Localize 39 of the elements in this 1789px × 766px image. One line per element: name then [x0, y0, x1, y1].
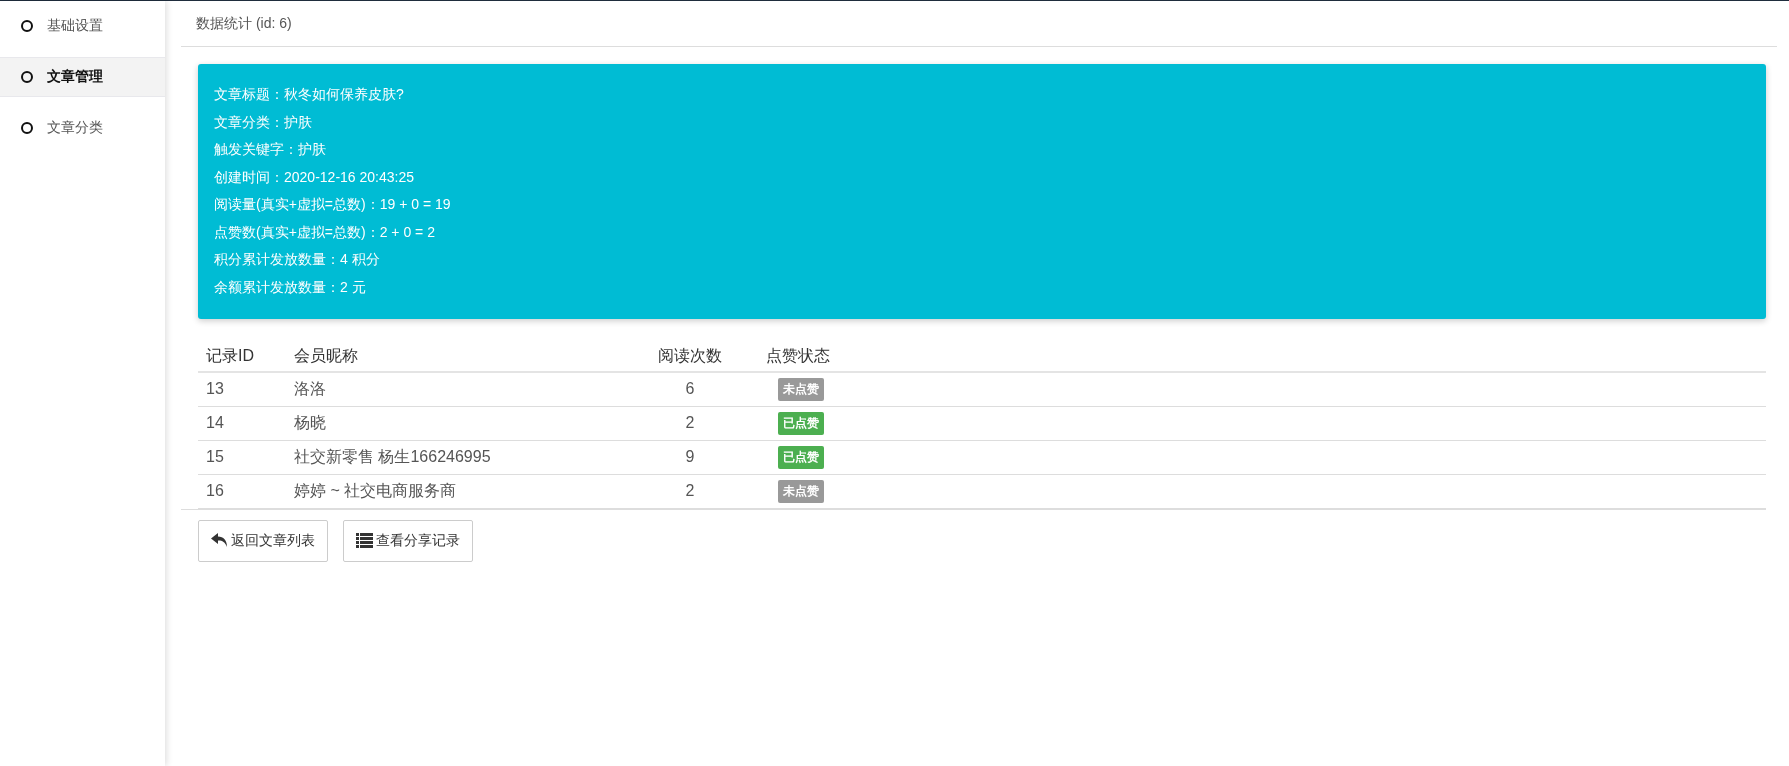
column-header: 会员昵称 — [286, 341, 642, 372]
status-badge: 未点赞 — [778, 377, 824, 401]
table-cell: 2 — [642, 406, 738, 440]
table-cell: 14 — [198, 406, 286, 440]
list-button[interactable]: 查看分享记录 — [343, 519, 473, 562]
info-line: 创建时间：2020-12-16 20:43:25 — [214, 167, 415, 187]
reply-arrow-icon — [211, 533, 228, 548]
page-title: 数据统计 (id: 6) — [196, 14, 292, 33]
column-header: 点赞状态 — [738, 341, 1766, 372]
status-badge: 已点赞 — [778, 411, 824, 435]
info-line: 点赞数(真实+虚拟=总数)：2 + 0 = 2 — [214, 222, 436, 242]
info-line: 触发关键字：护肤 — [214, 140, 327, 159]
sidebar-item[interactable]: 文章分类 — [0, 109, 165, 147]
sidebar-item[interactable]: 基础设置 — [0, 7, 165, 45]
table-cell: 16 — [198, 474, 286, 508]
table-cell: 2 — [642, 474, 738, 508]
table-cell: 洛洛 — [286, 372, 642, 406]
back-button[interactable]: 返回文章列表 — [198, 519, 328, 562]
table-cell: 婷婷 ~ 社交电商服务商 — [286, 474, 642, 508]
table-cell: 13 — [198, 372, 286, 406]
status-badge: 已点赞 — [778, 445, 824, 469]
info-line: 文章分类：护肤 — [214, 112, 313, 132]
table-cell: 15 — [198, 440, 286, 474]
table-cell: 杨晓 — [286, 406, 642, 440]
info-line: 积分累计发放数量：4 积分 — [214, 250, 381, 269]
column-header: 记录ID — [198, 341, 286, 372]
circle-icon — [21, 71, 33, 83]
circle-icon — [21, 122, 33, 134]
status-badge: 未点赞 — [778, 479, 824, 503]
info-line: 阅读量(真实+虚拟=总数)：19 + 0 = 19 — [214, 195, 452, 214]
table-cell: 9 — [642, 440, 738, 474]
info-line: 余额累计发放数量：2 元 — [214, 277, 367, 297]
list-icon — [356, 533, 373, 548]
sidebar-item[interactable]: 文章管理 — [0, 57, 165, 97]
table-cell: 社交新零售 杨生166246995 — [286, 440, 642, 474]
info-line: 文章标题：秋冬如何保养皮肤? — [214, 85, 405, 104]
column-header: 阅读次数 — [642, 341, 738, 372]
circle-icon — [21, 20, 33, 32]
table-cell: 6 — [642, 372, 738, 406]
